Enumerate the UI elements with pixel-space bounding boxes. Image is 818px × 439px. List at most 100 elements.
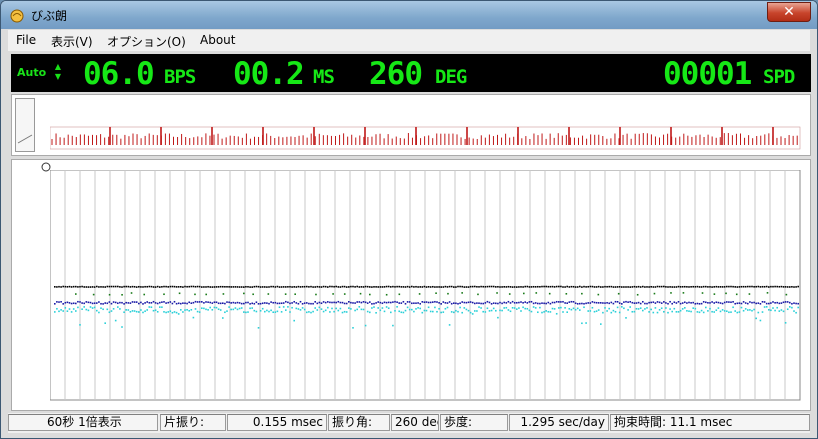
plot-dot [362,300,365,303]
menu-file[interactable]: File [16,33,36,47]
plot-dot [201,307,203,310]
plot-dot [780,309,783,311]
plot-dot [511,300,514,303]
plot-dot [385,301,388,304]
plot-dot [534,302,537,304]
plot-dot [96,285,98,288]
plot-dot [541,285,543,288]
plot-dot [705,301,707,304]
menu-view[interactable]: 表示(V) [51,33,93,50]
plot-dot [753,285,755,288]
mode-spinner[interactable]: ▲ ▼ [54,62,62,84]
plot-dot [511,286,514,288]
plot-dot [528,301,531,303]
plot-dot [64,301,67,304]
plot-dot [474,285,476,288]
plot-dot [719,310,722,313]
plot-dot [669,300,671,303]
plot-dot [612,309,615,312]
plot-dot [471,313,474,315]
plot-dot [444,302,447,304]
plot-dot [91,286,94,288]
plot-dot [593,310,596,313]
plot-dot [436,301,438,303]
plot-dot [387,301,390,304]
title-bar[interactable]: びぶ朗 ✕ [1,1,817,29]
plot-dot [688,286,690,288]
plot-dot [64,285,67,288]
mode-label[interactable]: Auto [17,66,46,79]
timegrapher-plot[interactable] [50,170,802,402]
plot-dot [58,310,60,313]
menu-about[interactable]: About [200,33,235,47]
plot-dot [463,286,466,288]
plot-dot [742,285,745,288]
plot-dot [255,301,258,304]
plot-dot [618,302,621,304]
plot-dot [541,302,543,304]
plot-dot [568,308,571,310]
plot-dot [417,302,419,304]
plot-dot [125,301,127,304]
plot-dot [698,311,701,314]
plot-dot [268,302,270,305]
plot-dot [398,293,401,296]
plot-dot [652,286,655,288]
plot-dot [444,307,447,310]
plot-dot [163,301,165,303]
plot-dot [654,286,657,288]
plot-dot [345,311,348,313]
waveform-trace[interactable] [50,99,806,151]
plot-dot [144,310,146,313]
plot-dot [203,286,205,288]
plot-dot [488,301,491,304]
plot-dot [192,316,195,319]
chevron-down-icon[interactable]: ▼ [54,72,62,82]
plot-dot [251,286,253,288]
plot-dot [696,302,699,305]
plot-dot [358,306,361,308]
plot-dot [444,285,447,288]
plot-dot [379,309,382,312]
chevron-up-icon[interactable]: ▲ [54,62,62,72]
plot-dot [721,286,724,288]
plot-dot [222,317,224,319]
plot-dot [675,302,678,304]
plot-dot [440,303,442,305]
plot-dot [222,285,224,288]
plot-dot [408,301,411,303]
plot-dot [692,307,694,309]
plot-dot [419,286,421,288]
plot-dot [457,310,459,313]
plot-dot [503,286,505,288]
plot-dot [591,306,594,309]
plot-dot [215,306,218,309]
plot-dot [749,285,751,288]
plot-dot [686,310,688,312]
plot-dot [312,302,314,305]
plot-dot [646,286,648,288]
plot-dot [315,293,317,296]
plot-dot [486,307,489,310]
plot-dot [732,306,734,309]
status-bar: 60秒 1倍表示 片振り: 0.155 msec 振り角: 260 deg 歩度… [8,413,810,433]
plot-dot [360,301,363,304]
plot-dot [240,302,243,305]
plot-dot [608,285,610,288]
plot-dot [738,286,741,288]
plot-dot [574,308,577,311]
plot-dot [93,306,96,309]
plot-dot [159,306,161,308]
plot-dot [776,306,778,309]
menu-options[interactable]: オプション(O) [107,33,186,50]
plot-dot [658,285,661,288]
plot-dot [138,285,140,288]
plot-dot [740,302,743,305]
plot-dot [480,307,482,309]
plot-dot [652,301,655,303]
plot-dot [54,311,56,313]
plot-dot [62,285,64,288]
plot-dot [366,310,369,313]
plot-dot [763,301,766,303]
close-button[interactable]: ✕ [767,2,811,22]
